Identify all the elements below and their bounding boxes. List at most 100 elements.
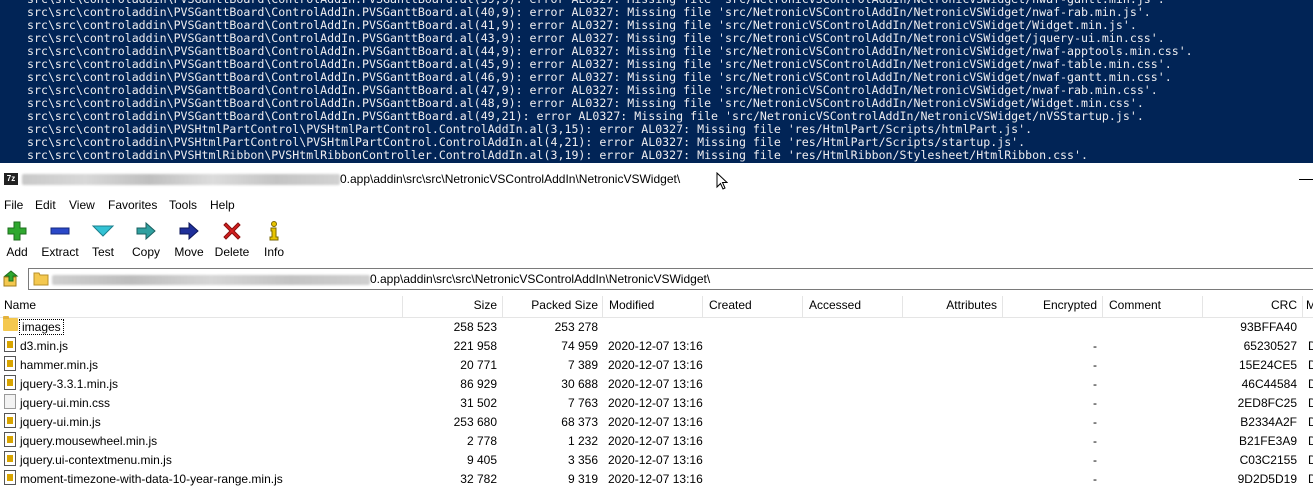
minimize-button[interactable] [1299,179,1313,180]
file-crc: 2ED8FC25 [1237,396,1297,410]
column-comment[interactable]: Comment [1109,298,1161,312]
file-name: d3.min.js [20,339,69,353]
info-button[interactable]: Info [252,220,296,262]
file-row[interactable]: d3.min.js 221 958 74 959 2020-12-07 13:16 - 6… [0,336,1313,355]
file-encrypted: - [1093,358,1097,372]
column-separator[interactable] [1302,296,1303,317]
file-more: D [1308,472,1313,486]
file-row[interactable]: images 258 523 253 278 93BFFA40 [0,316,1313,336]
column-separator[interactable] [1002,296,1003,317]
mouse-cursor-icon [716,172,728,190]
file-modified: 2020-12-07 13:16 [608,415,703,429]
column-more[interactable]: M [1306,298,1313,312]
column-name[interactable]: Name [4,298,36,312]
copy-button[interactable]: Copy [124,220,168,262]
file-encrypted: - [1093,339,1097,353]
file-more: D [1308,434,1313,448]
js-file-icon [4,432,16,447]
column-separator[interactable] [802,296,803,317]
file-crc: 9D2D5D19 [1237,472,1297,486]
file-row[interactable]: hammer.min.js 20 771 7 389 2020-12-07 13:16… [0,355,1313,374]
file-row[interactable]: jquery-ui.min.js 253 680 68 373 2020-12-07 … [0,412,1313,431]
column-crc[interactable]: CRC [1271,298,1297,312]
file-size: 2 778 [466,434,497,448]
move-button[interactable]: Move [167,220,211,262]
copy-arrow-icon [136,221,156,241]
file-modified: 2020-12-07 13:16 [608,339,703,353]
column-modified[interactable]: Modified [609,298,654,312]
file-name: jquery.mousewheel.min.js [20,434,158,448]
file-name: jquery-3.3.1.min.js [20,377,119,391]
extract-button[interactable]: Extract [38,220,82,262]
menu-edit[interactable]: Edit [35,198,56,212]
column-separator[interactable] [702,296,703,317]
js-file-icon [4,356,16,371]
test-button[interactable]: Test [81,220,125,262]
column-accessed[interactable]: Accessed [809,298,861,312]
file-packed-size: 30 688 [561,377,598,391]
move-label: Move [174,245,204,259]
column-packed-size[interactable]: Packed Size [531,298,598,312]
file-encrypted: - [1093,396,1097,410]
file-row[interactable]: moment-timezone-with-data-10-year-range.… [0,469,1313,488]
file-packed-size: 74 959 [561,339,598,353]
file-encrypted: - [1093,453,1097,467]
js-file-icon [4,413,16,428]
7zip-app-icon: 7z [4,173,18,185]
menu-tools[interactable]: Tools [169,198,197,212]
column-separator[interactable] [502,296,503,317]
delete-label: Delete [214,245,250,259]
file-crc: 46C44584 [1241,377,1297,391]
file-size: 258 523 [453,320,497,334]
menu-file[interactable]: File [4,198,23,212]
file-encrypted: - [1093,434,1097,448]
file-size: 31 502 [460,396,497,410]
file-packed-size: 3 356 [567,453,598,467]
file-row[interactable]: jquery.mousewheel.min.js 2 778 1 232 2020-1… [0,431,1313,450]
file-more: D [1308,396,1313,410]
info-label: Info [263,245,284,259]
file-packed-size: 9 319 [567,472,598,486]
file-packed-size: 253 278 [554,320,598,334]
file-modified: 2020-12-07 13:16 [608,396,703,410]
file-modified: 2020-12-07 13:16 [608,453,703,467]
column-separator[interactable] [602,296,603,317]
column-attributes[interactable]: Attributes [946,298,997,312]
menu-view[interactable]: View [69,198,95,212]
css-file-icon [4,394,16,409]
file-row[interactable]: jquery-ui.min.css 31 502 7 763 2020-12-07 1… [0,393,1313,412]
plus-icon [7,221,27,241]
menu-favorites[interactable]: Favorites [108,198,157,212]
redacted-path-blur [52,275,370,285]
delete-button[interactable]: Delete [210,220,254,262]
file-packed-size: 7 763 [567,396,598,410]
column-separator[interactable] [902,296,903,317]
up-folder-icon[interactable] [2,270,20,288]
info-icon [269,221,279,241]
file-name: hammer.min.js [20,358,99,372]
file-size: 20 771 [460,358,497,372]
console-line: src\src\controladdin\PVSHtmlRibbon\PVSHt… [27,148,1088,162]
file-more: D [1308,358,1313,372]
js-file-icon [4,375,16,390]
column-created[interactable]: Created [709,298,752,312]
file-modified: 2020-12-07 13:16 [608,377,703,391]
file-crc: B2334A2F [1240,415,1297,429]
column-encrypted[interactable]: Encrypted [1043,298,1097,312]
column-separator[interactable] [402,296,403,317]
file-row[interactable]: jquery.ui-contextmenu.min.js 9 405 3 356 20… [0,450,1313,469]
column-separator[interactable] [1202,296,1203,317]
file-name: moment-timezone-with-data-10-year-range.… [20,472,283,486]
file-encrypted: - [1093,415,1097,429]
menu-help[interactable]: Help [210,198,235,212]
file-more: D [1308,415,1313,429]
add-button[interactable]: Add [0,220,39,262]
column-separator[interactable] [1102,296,1103,317]
file-name: images [19,319,64,335]
column-size[interactable]: Size [474,298,497,312]
file-size: 86 929 [460,377,497,391]
file-modified: 2020-12-07 13:16 [608,434,703,448]
file-more: D [1308,453,1313,467]
file-row[interactable]: jquery-3.3.1.min.js 86 929 30 688 2020-12-0… [0,374,1313,393]
file-name: jquery-ui.min.css [20,396,111,410]
